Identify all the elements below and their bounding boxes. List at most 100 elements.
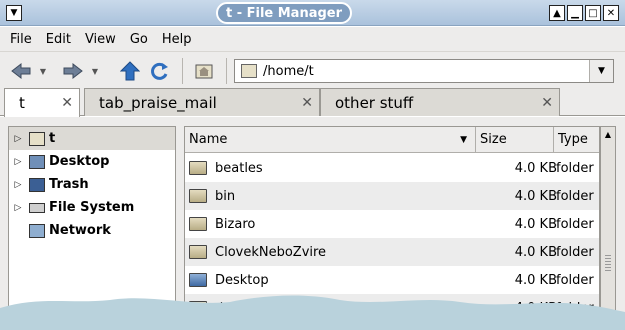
table-row[interactable]: beatles 4.0 KB folder bbox=[185, 154, 599, 182]
sidebar-item-label: t bbox=[49, 131, 56, 146]
toolbar-separator bbox=[226, 58, 227, 84]
menu-bar: File Edit View Go Help bbox=[0, 27, 625, 51]
back-icon bbox=[11, 62, 31, 80]
expand-icon[interactable]: ▷ bbox=[11, 203, 25, 213]
sidebar-item-filesystem[interactable]: ▷ File System bbox=[9, 196, 175, 219]
folder-icon bbox=[189, 301, 207, 315]
file-list: Name ▼ Size Type beatles 4.0 KB folder b… bbox=[184, 126, 600, 330]
tab-other-stuff[interactable]: other stuff ✕ bbox=[320, 88, 560, 116]
location-dropdown-icon[interactable]: ▼ bbox=[589, 60, 613, 82]
scroll-up-icon[interactable]: ▲ bbox=[601, 127, 615, 141]
reload-button[interactable] bbox=[148, 60, 172, 82]
scrollbar-grip[interactable] bbox=[605, 255, 611, 271]
desktop-folder-icon bbox=[189, 273, 207, 287]
close-tab-icon[interactable]: ✕ bbox=[61, 95, 73, 111]
file-size: 4.0 KB bbox=[514, 300, 557, 316]
forward-history-icon[interactable]: ▼ bbox=[88, 60, 102, 82]
location-bar[interactable]: /home/t ▼ bbox=[234, 59, 614, 83]
file-type: folder bbox=[556, 272, 594, 288]
tab-praise-mail[interactable]: tab_praise_mail ✕ bbox=[84, 88, 320, 116]
file-size: 4.0 KB bbox=[514, 244, 557, 260]
tab-label: t bbox=[19, 94, 25, 112]
tab-label: other stuff bbox=[335, 93, 414, 112]
file-size: 4.0 KB bbox=[514, 216, 557, 232]
expand-icon[interactable]: ▷ bbox=[11, 134, 25, 144]
file-type: folder bbox=[556, 216, 594, 232]
menu-file[interactable]: File bbox=[10, 32, 32, 47]
table-row[interactable]: desktop-backgroudns 4.0 KB folder bbox=[185, 294, 599, 322]
file-name: beatles bbox=[215, 160, 263, 176]
forward-button[interactable] bbox=[60, 60, 86, 82]
home-folder-icon bbox=[241, 64, 257, 78]
menu-help[interactable]: Help bbox=[162, 32, 192, 47]
sidebar-item-t[interactable]: ▷ t bbox=[9, 127, 175, 150]
back-button[interactable] bbox=[8, 60, 34, 82]
sidebar-item-label: File System bbox=[49, 200, 135, 215]
file-type: folder bbox=[556, 300, 594, 316]
file-size: 4.0 KB bbox=[514, 272, 557, 288]
window-controls: ▲ ▁ □ ✕ bbox=[549, 5, 619, 21]
sidebar-item-label: Desktop bbox=[49, 154, 110, 169]
home-folder-icon bbox=[29, 131, 45, 146]
file-name: ClovekNeboZvire bbox=[215, 244, 327, 260]
tab-t[interactable]: t ✕ bbox=[4, 88, 80, 117]
folder-icon bbox=[189, 161, 207, 175]
expand-icon[interactable]: ▷ bbox=[11, 180, 25, 190]
network-icon bbox=[29, 223, 45, 238]
file-type: folder bbox=[556, 188, 594, 204]
sidebar-item-label: Network bbox=[49, 223, 111, 238]
desktop-icon bbox=[29, 154, 45, 169]
sidebar-item-trash[interactable]: ▷ Trash bbox=[9, 173, 175, 196]
toolbar-separator bbox=[182, 58, 183, 84]
file-name: Bizaro bbox=[215, 216, 256, 232]
tab-label: tab_praise_mail bbox=[99, 93, 217, 112]
trash-icon bbox=[29, 177, 45, 192]
minimize-icon[interactable]: ▁ bbox=[567, 5, 583, 21]
close-tab-icon[interactable]: ✕ bbox=[541, 95, 553, 111]
tab-bar: t ✕ tab_praise_mail ✕ other stuff ✕ bbox=[0, 88, 625, 117]
sidebar-tree: ▷ t ▷ Desktop ▷ Trash ▷ File System Netw… bbox=[8, 126, 176, 330]
up-button[interactable] bbox=[118, 60, 142, 82]
shade-icon[interactable]: ▲ bbox=[549, 5, 565, 21]
column-header-size[interactable]: Size bbox=[476, 127, 554, 153]
menu-edit[interactable]: Edit bbox=[46, 32, 71, 47]
home-button[interactable] bbox=[192, 60, 216, 82]
folder-icon bbox=[189, 245, 207, 259]
expand-icon[interactable]: ▷ bbox=[11, 157, 25, 167]
drive-icon bbox=[29, 202, 45, 213]
table-row[interactable]: Bizaro 4.0 KB folder bbox=[185, 210, 599, 238]
file-type: folder bbox=[556, 160, 594, 176]
toolbar: ▼ ▼ /home/t ▼ bbox=[0, 51, 625, 88]
file-size: 4.0 KB bbox=[514, 188, 557, 204]
up-icon bbox=[120, 61, 140, 81]
reload-icon bbox=[151, 62, 168, 80]
title-bar: ▼ t - File Manager ▲ ▁ □ ✕ bbox=[0, 0, 625, 26]
file-name: bin bbox=[215, 188, 236, 204]
file-name: Desktop bbox=[215, 272, 269, 288]
close-icon[interactable]: ✕ bbox=[603, 5, 619, 21]
column-header-type[interactable]: Type bbox=[554, 127, 599, 153]
vertical-scrollbar[interactable]: ▲ bbox=[600, 126, 616, 330]
back-history-icon[interactable]: ▼ bbox=[36, 60, 50, 82]
folder-icon bbox=[189, 217, 207, 231]
forward-icon bbox=[63, 62, 83, 80]
sidebar-item-desktop[interactable]: ▷ Desktop bbox=[9, 150, 175, 173]
sidebar-item-network[interactable]: Network bbox=[9, 219, 175, 242]
file-size: 4.0 KB bbox=[514, 160, 557, 176]
table-row[interactable]: bin 4.0 KB folder bbox=[185, 182, 599, 210]
column-header-name[interactable]: Name ▼ bbox=[185, 127, 476, 153]
window-title: t - File Manager bbox=[216, 2, 352, 24]
file-type: folder bbox=[556, 244, 594, 260]
maximize-icon[interactable]: □ bbox=[585, 5, 601, 21]
content-area: ▷ t ▷ Desktop ▷ Trash ▷ File System Netw… bbox=[0, 117, 625, 330]
window-menu-icon[interactable]: ▼ bbox=[6, 5, 22, 21]
sort-descending-icon: ▼ bbox=[460, 134, 467, 145]
folder-icon bbox=[189, 189, 207, 203]
close-tab-icon[interactable]: ✕ bbox=[301, 95, 313, 111]
location-path[interactable]: /home/t bbox=[263, 64, 314, 79]
menu-view[interactable]: View bbox=[85, 32, 116, 47]
menu-go[interactable]: Go bbox=[130, 32, 148, 47]
table-row[interactable]: Desktop 4.0 KB folder bbox=[185, 266, 599, 294]
home-icon bbox=[195, 64, 213, 79]
table-row[interactable]: ClovekNeboZvire 4.0 KB folder bbox=[185, 238, 599, 266]
